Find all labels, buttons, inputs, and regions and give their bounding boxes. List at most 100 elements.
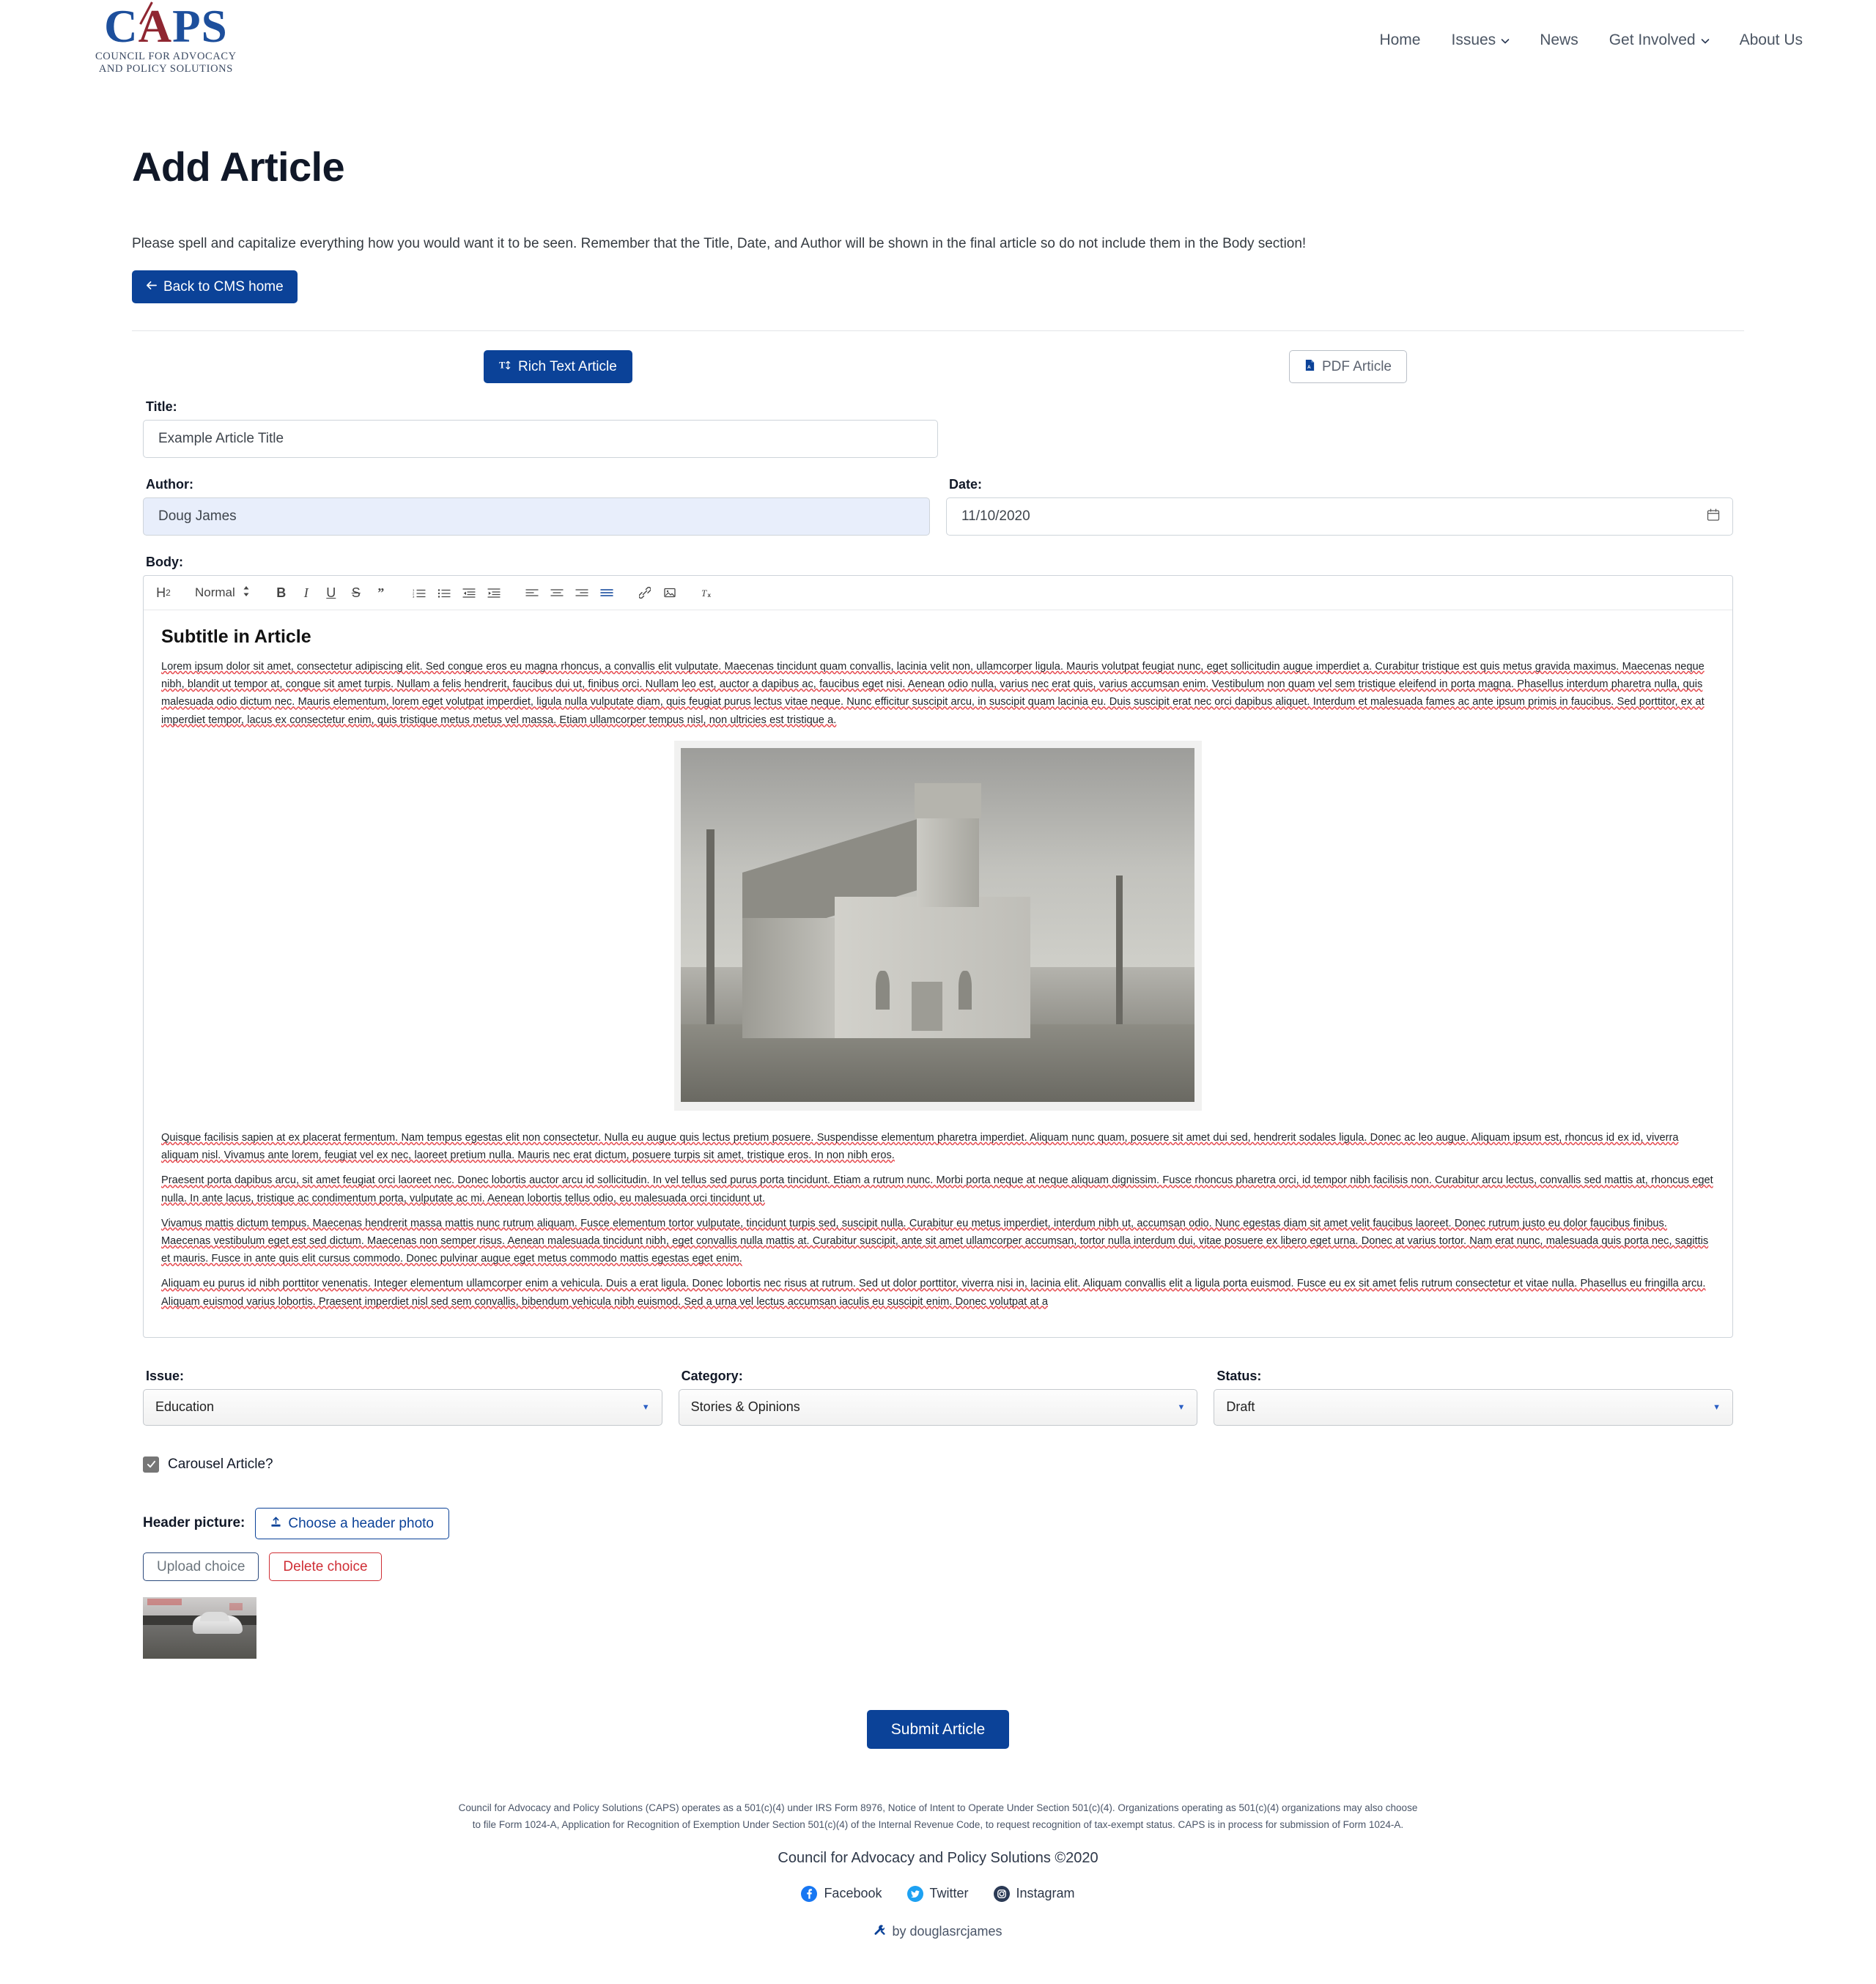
photo-church-window-right [958,971,972,1010]
nav-item-get-involved-label: Get Involved [1609,32,1696,48]
carousel-article-checkbox[interactable] [143,1456,159,1473]
svg-text:T: T [499,360,505,370]
category-label: Category: [681,1368,743,1383]
issue-label: Issue: [146,1368,185,1383]
nav-item-news[interactable]: News [1540,32,1578,49]
author-input[interactable] [143,497,930,536]
category-select[interactable]: Stories & Opinions ▼ [678,1388,1198,1426]
upload-icon [270,1517,281,1530]
nav-item-news-label: News [1540,32,1578,48]
site-footer: Council for Advocacy and Policy Solution… [0,1800,1876,1984]
align-right-button[interactable] [569,581,594,604]
bold-button[interactable]: B [269,581,294,604]
church-photo [674,740,1202,1111]
date-input-wrapper [946,497,1733,536]
image-icon[interactable] [657,581,682,604]
text-height-icon: T [499,360,512,374]
photo-tree-right [1116,875,1123,1024]
photo-church-belfry [914,783,982,819]
nav-item-issues[interactable]: Issues [1451,32,1510,49]
rich-text-editor: H2 Normal B I U S ” 123 T x Subtitle in … [143,575,1733,1338]
choose-header-photo-button[interactable]: Choose a header photo [255,1507,449,1539]
social-link-instagram[interactable]: Instagram [993,1885,1075,1902]
nav-item-about-us[interactable]: About Us [1740,32,1803,49]
bullet-list-button[interactable] [432,581,457,604]
issue-select[interactable]: Education ▼ [143,1388,662,1426]
chevron-down-icon: ▼ [1713,1402,1721,1412]
title-input[interactable] [143,420,938,458]
date-label: Date: [949,477,983,492]
heading-h2-button[interactable]: H2 [151,581,176,604]
back-to-cms-home-button[interactable]: Back to CMS home [132,270,298,303]
tab-rich-text-article-label: Rich Text Article [518,359,617,374]
document-paragraph-5: Aliquam eu purus id nibh porttitor venen… [161,1278,1706,1308]
header-picture-actions: Upload choice Delete choice [143,1552,1733,1581]
instagram-icon [993,1885,1010,1902]
pdf-file-icon: A [1304,359,1315,374]
indent-button[interactable] [481,581,506,604]
align-center-button[interactable] [544,581,569,604]
link-icon[interactable] [632,581,657,604]
issue-select-value: Education [155,1399,215,1415]
logo-letter-a: A [138,0,173,52]
footer-copyright: Council for Advocacy and Policy Solution… [778,1849,1098,1866]
page-description: Please spell and capitalize everything h… [132,236,1307,251]
submit-article-button[interactable]: Submit Article [866,1709,1010,1749]
choose-header-photo-label: Choose a header photo [288,1515,434,1531]
italic-button[interactable]: I [294,581,319,604]
section-divider [132,330,1744,331]
nav-item-home[interactable]: Home [1379,32,1420,49]
article-form: Title: Author: Date: Body: [132,399,1744,1749]
document-subtitle: Subtitle in Article [161,626,311,647]
tab-rich-text-article[interactable]: T Rich Text Article [484,350,632,383]
carousel-article-row: Carousel Article? [143,1456,1733,1473]
ordered-list-button[interactable]: 123 [407,581,432,604]
tab-pdf-article[interactable]: A PDF Article [1288,350,1407,383]
format-select[interactable]: Normal [189,585,256,601]
delete-choice-button[interactable]: Delete choice [269,1552,382,1581]
social-link-facebook-label: Facebook [824,1886,882,1901]
svg-text:T: T [701,588,707,599]
underline-button[interactable]: U [319,581,344,604]
social-link-instagram-label: Instagram [1016,1886,1075,1901]
logo-letters-ps: PS [172,0,228,52]
status-label: Status: [1216,1368,1262,1383]
strikethrough-button[interactable]: S [344,581,369,604]
title-label: Title: [146,399,177,414]
social-link-facebook[interactable]: Facebook [801,1885,882,1902]
thumbnail-artifact-2 [229,1603,243,1611]
thumbnail-car-roof [199,1612,229,1622]
social-link-twitter[interactable]: Twitter [906,1885,969,1902]
carousel-article-label: Carousel Article? [168,1456,273,1472]
editor-content-area[interactable]: Subtitle in Article Lorem ipsum dolor si… [144,610,1732,1337]
tab-pdf-article-label: PDF Article [1321,359,1392,374]
date-input[interactable] [946,497,1733,536]
page-title: Add Article [132,144,345,190]
chevron-down-icon [1701,37,1709,45]
nav-item-get-involved[interactable]: Get Involved [1609,32,1709,49]
photo-tree-left [706,829,715,1024]
blockquote-button[interactable]: ” [369,581,394,604]
align-justify-button[interactable] [594,581,619,604]
header-picture-row: Header picture: Choose a header photo [143,1507,1733,1539]
logo-tagline-line2: AND POLICY SOLUTIONS [98,62,233,75]
logo-tagline: COUNCIL FOR ADVOCACY AND POLICY SOLUTION… [95,51,237,75]
align-left-button[interactable] [520,581,544,604]
nav-item-home-label: Home [1379,32,1421,48]
upload-choice-button[interactable]: Upload choice [143,1552,259,1581]
logo-letter-c: C [104,0,139,52]
photo-church-tower [917,808,979,908]
footer-byline[interactable]: by douglasrcjames [0,1924,1876,1940]
header-picture-thumbnail[interactable] [143,1596,256,1659]
body-label: Body: [146,555,183,569]
back-to-cms-home-label: Back to CMS home [163,279,284,295]
caps-logo[interactable]: C A PS COUNCIL FOR ADVOCACY AND POLICY SOL… [95,0,237,75]
facebook-icon [801,1885,818,1902]
clear-formatting-icon[interactable]: Tx [695,581,720,604]
document-paragraph-4: Vivamus mattis dictum tempus. Maecenas h… [161,1217,1709,1265]
site-header: C A PS COUNCIL FOR ADVOCACY AND POLICY SOL… [0,0,1876,81]
status-select[interactable]: Draft ▼ [1214,1388,1734,1426]
logo-wordmark: C A PS [104,0,228,52]
submit-row: Submit Article [143,1709,1733,1749]
outdent-button[interactable] [457,581,481,604]
